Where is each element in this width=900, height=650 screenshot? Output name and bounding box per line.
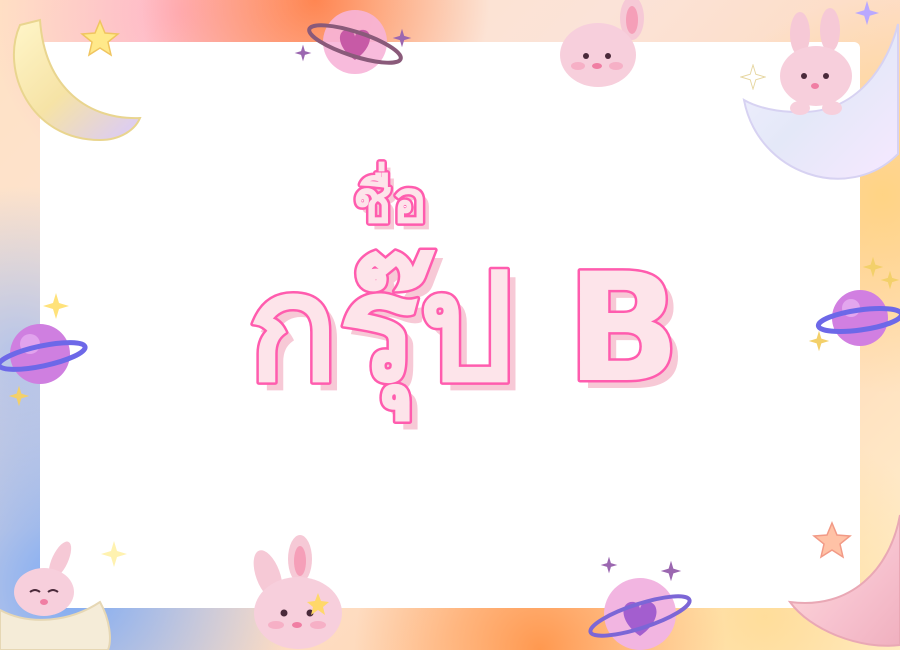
bunny-on-moon-icon bbox=[742, 8, 899, 180]
planet-icon bbox=[815, 290, 900, 346]
planet-icon bbox=[0, 324, 88, 384]
bunny-head-icon bbox=[253, 535, 342, 649]
sparkle-icon bbox=[43, 293, 69, 319]
crescent-moon-icon bbox=[12, 18, 142, 142]
star-icon bbox=[80, 19, 120, 57]
crescent-moon-icon bbox=[787, 514, 900, 647]
heart-planet-icon bbox=[588, 578, 692, 650]
white-card bbox=[40, 42, 860, 608]
bunny-head-icon bbox=[560, 0, 644, 87]
heart-planet-icon bbox=[307, 10, 403, 74]
sparkle-icon bbox=[8, 385, 30, 407]
bunny-on-moon-icon bbox=[0, 541, 111, 650]
